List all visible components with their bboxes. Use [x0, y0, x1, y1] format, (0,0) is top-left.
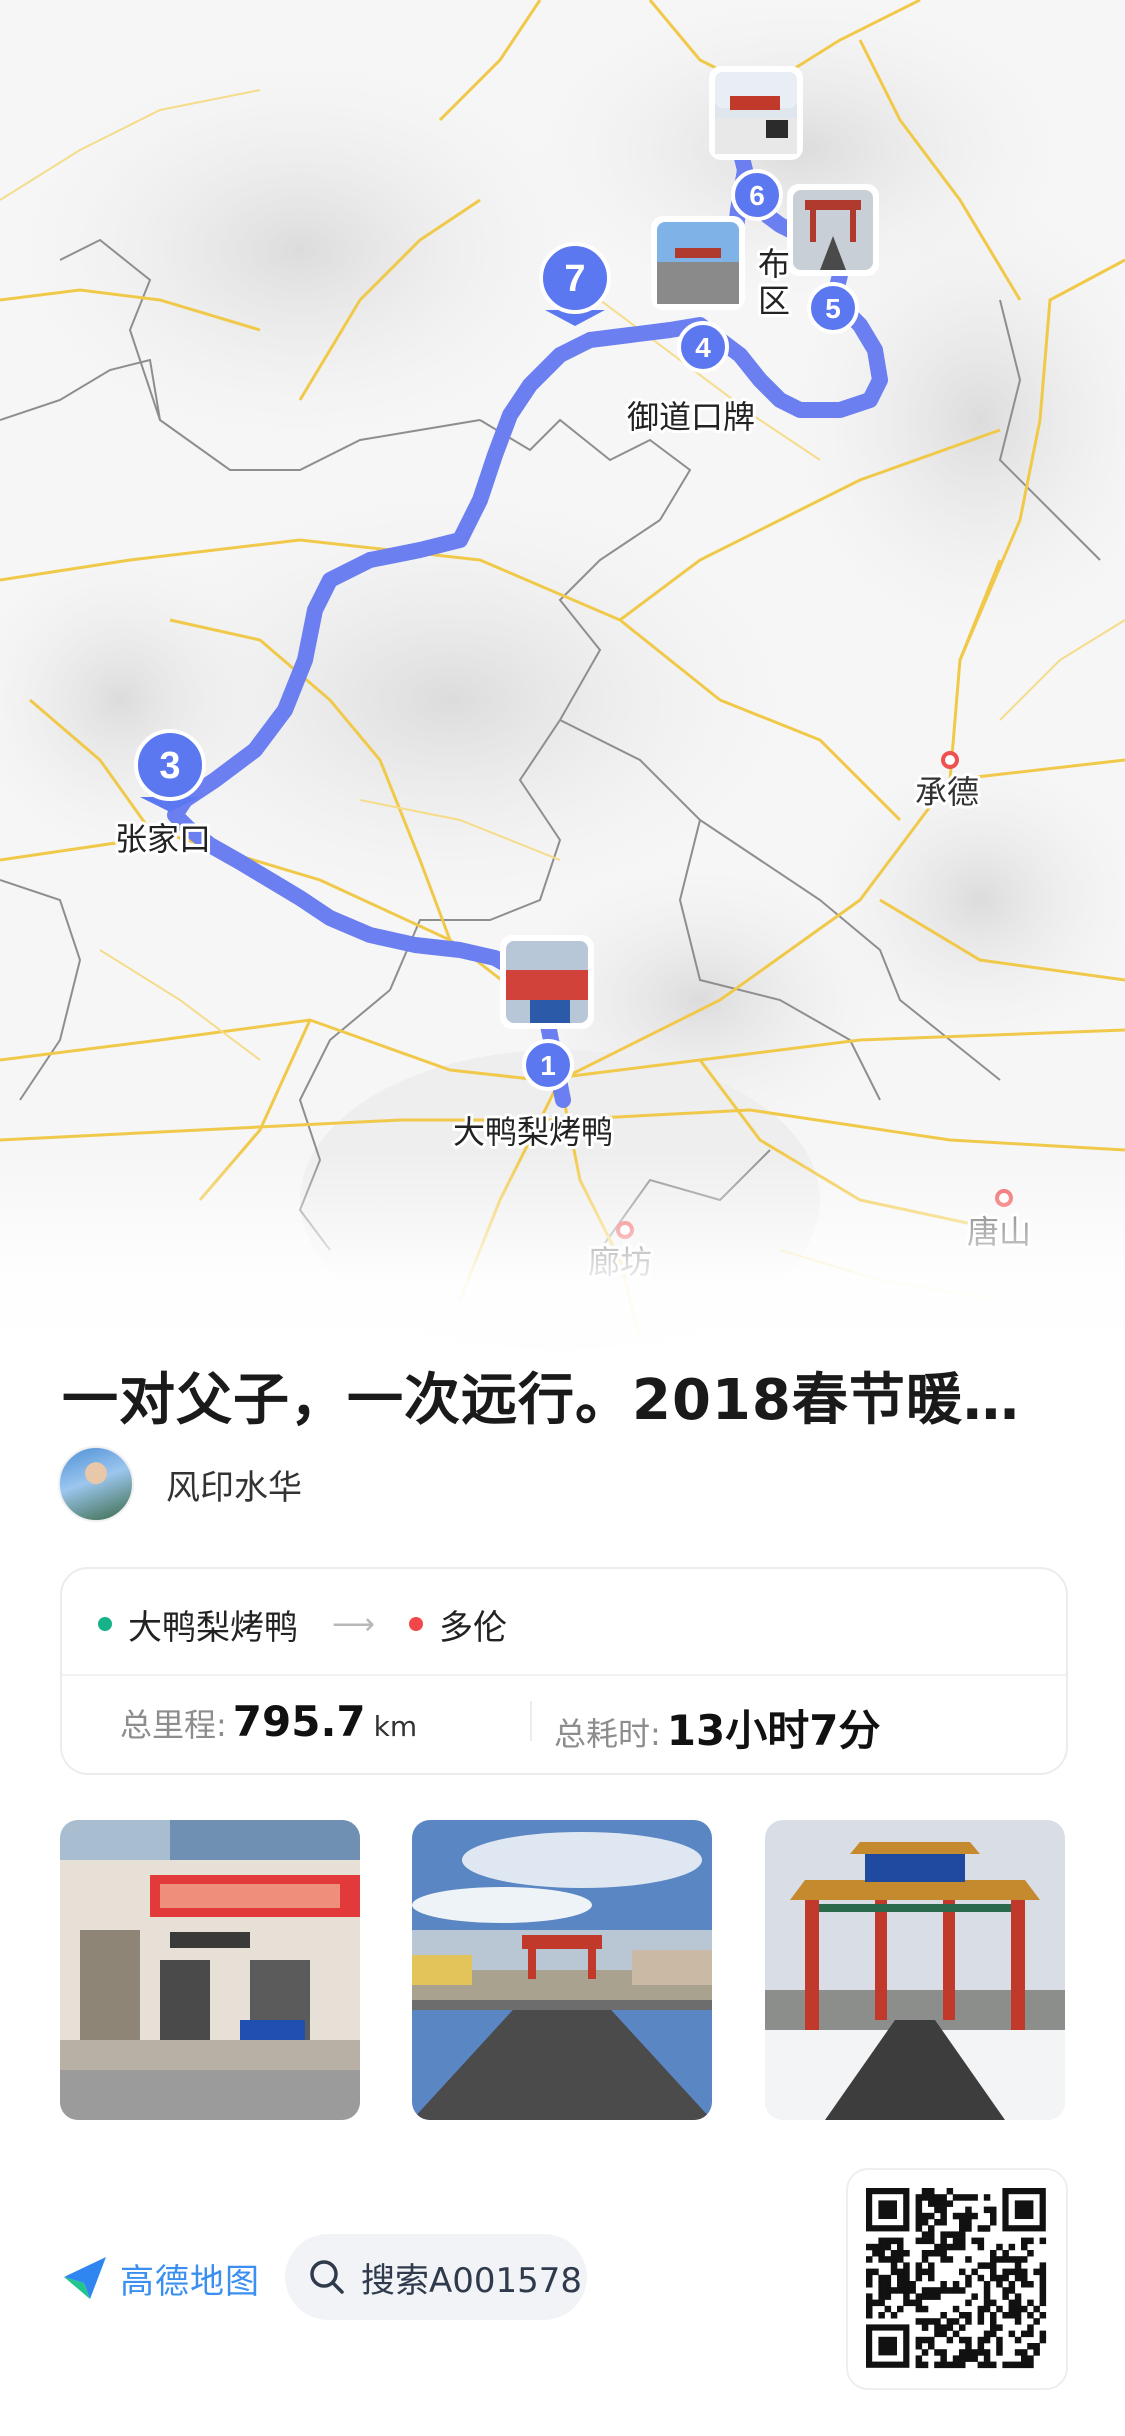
waypoint-5[interactable]: 5	[807, 282, 859, 334]
place-label-zhangjiakou: 张家口	[115, 820, 211, 858]
arrow-right-icon: ⟶	[332, 1606, 376, 1642]
waypoint-1[interactable]: 1	[522, 1039, 574, 1091]
trip-photo-restaurant[interactable]	[60, 1820, 360, 2120]
trip-title: 一对父子，一次远行。2018春节暖…	[62, 1368, 1020, 1433]
search-code-button[interactable]: 搜索A001578	[285, 2234, 587, 2320]
author-name[interactable]: 风印水华	[166, 1460, 302, 1509]
logo-text: 高德地图	[120, 2261, 260, 2302]
place-label-dayali: 大鸭梨烤鸭	[453, 1113, 613, 1151]
stat-divider	[530, 1701, 532, 1741]
waypoint-4-photo[interactable]	[651, 216, 745, 310]
waypoint-3-label: 3	[159, 745, 180, 787]
route-endpoints: 大鸭梨烤鸭 ⟶ 多伦	[98, 1599, 507, 1649]
map-fade	[0, 1150, 1125, 1390]
avatar[interactable]	[58, 1446, 134, 1522]
place-label-chengde: 承德	[915, 773, 979, 811]
chengde-dot	[941, 751, 959, 769]
qr-code[interactable]	[846, 2168, 1068, 2390]
distance-label: 总里程:	[120, 1706, 227, 1744]
trip-photo-gate-road[interactable]	[412, 1820, 712, 2120]
duration-label: 总耗时:	[554, 1715, 661, 1753]
duration-value: 13小时7分	[666, 1706, 881, 1755]
waypoint-5-photo[interactable]	[787, 184, 879, 276]
waypoint-5-label: 5	[825, 293, 841, 324]
start-dot-icon	[98, 1617, 112, 1631]
distance-unit: km	[373, 1710, 418, 1743]
waypoint-6-photo[interactable]	[709, 66, 803, 160]
distance-value: 795.7	[232, 1697, 366, 1746]
waypoint-4[interactable]: 4	[677, 321, 729, 373]
card-divider	[62, 1674, 1066, 1676]
search-icon	[310, 2260, 344, 2294]
waypoint-3[interactable]: 3	[134, 729, 206, 812]
waypoint-1-photo[interactable]	[500, 935, 594, 1029]
duration-stat: 总耗时: 13小时7分	[554, 1697, 880, 1755]
route-end: 多伦	[439, 1607, 508, 1648]
distance-stat: 总里程: 795.7 km	[120, 1697, 417, 1753]
waypoint-4-label: 4	[695, 332, 711, 363]
amap-logo-icon	[64, 2257, 106, 2299]
trip-photo-archway[interactable]	[765, 1820, 1065, 2120]
qr-code-icon	[866, 2188, 1047, 2369]
place-label-qu: 区	[758, 282, 790, 320]
waypoint-6-label: 6	[749, 180, 765, 211]
amap-logo[interactable]: 高德地图	[60, 2250, 260, 2306]
place-label-yudaokou: 御道口牌	[627, 398, 755, 436]
author[interactable]: 风印水华	[58, 1446, 302, 1522]
waypoint-7-label: 7	[564, 258, 585, 300]
route-summary-card: 大鸭梨烤鸭 ⟶ 多伦 总里程: 795.7 km 总耗时: 13小时7分	[60, 1567, 1068, 1775]
search-code-text: 搜索A001578	[361, 2260, 583, 2301]
waypoint-6[interactable]: 6	[731, 169, 783, 221]
waypoint-1-label: 1	[540, 1050, 556, 1081]
end-dot-icon	[409, 1617, 424, 1631]
route-start: 大鸭梨烤鸭	[128, 1607, 298, 1648]
place-label-bu: 布	[758, 245, 790, 283]
